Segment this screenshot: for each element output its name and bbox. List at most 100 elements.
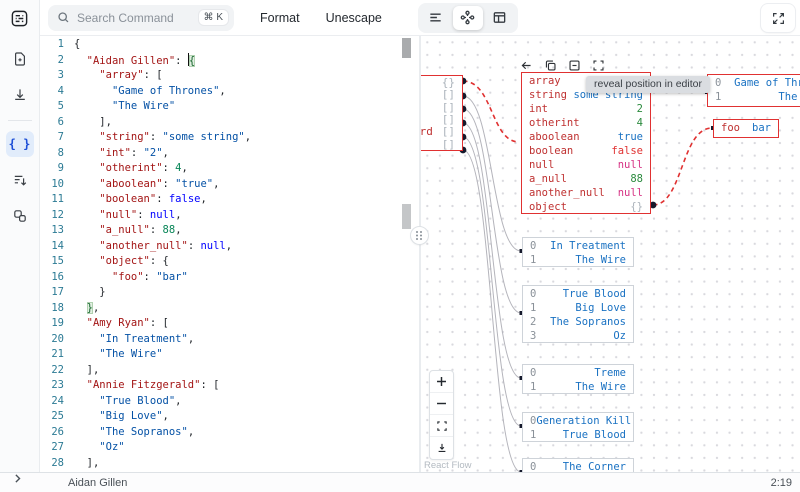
- node-key: 0: [530, 367, 537, 379]
- node-key: 0: [715, 77, 722, 89]
- node-row[interactable]: 1 True Blood: [523, 428, 633, 442]
- new-document-button[interactable]: [6, 46, 34, 72]
- save-image-button[interactable]: [430, 437, 453, 459]
- node-row[interactable]: object {}: [522, 200, 650, 214]
- node-row[interactable]: another_null null: [522, 186, 650, 200]
- node-row[interactable]: Alice Farmer[]: [421, 138, 462, 151]
- node-row[interactable]: Alexander Skarsgard []: [421, 126, 462, 139]
- panel-resize-handle[interactable]: [411, 227, 428, 244]
- graph-node-anwan[interactable]: 0 Treme 1 The Wire: [522, 364, 634, 394]
- graph-node-amy[interactable]: 0 In Treatment 1 The Wire: [522, 237, 634, 267]
- table-view-button[interactable]: [485, 6, 515, 30]
- format-button[interactable]: Format: [260, 11, 300, 25]
- node-row[interactable]: 0 Generation Kill: [523, 414, 633, 428]
- app-logo[interactable]: [0, 0, 40, 36]
- fullscreen-button[interactable]: [761, 4, 795, 32]
- unescape-button[interactable]: Unescape: [326, 11, 382, 25]
- code-line[interactable]: 22 ],: [40, 363, 419, 379]
- code-line[interactable]: 20 "In Treatment",: [40, 332, 419, 348]
- code-line[interactable]: 5 "The Wire": [40, 99, 419, 115]
- editor-scrollbar-thumb[interactable]: [402, 38, 411, 58]
- editor-scrollbar[interactable]: [401, 36, 412, 472]
- node-row[interactable]: 0 Treme: [523, 366, 633, 380]
- graph-node-alex[interactable]: 0 Generation Kill 1 True Blood: [522, 412, 634, 442]
- graph-node-annie[interactable]: 0 True Blood 1 Big Love 2 The Sopranos 3 Oz: [522, 285, 634, 343]
- code-line[interactable]: 7 "string": "some string",: [40, 130, 419, 146]
- graph-canvas[interactable]: Aidan Gillen{}Amy Ryan[]Annie Fitzgerald…: [421, 36, 800, 472]
- fit-view-button[interactable]: [430, 415, 453, 437]
- collapse-node-button[interactable]: [567, 58, 582, 73]
- graph-node-alice[interactable]: 0The Corner1The Wire: [522, 458, 634, 472]
- code-line[interactable]: 14 "another_null": null,: [40, 239, 419, 255]
- code-line[interactable]: 28 ],: [40, 456, 419, 472]
- code-line[interactable]: 10 "aboolean": "true",: [40, 177, 419, 193]
- code-line[interactable]: 19 "Amy Ryan": [: [40, 316, 419, 332]
- line-number: 18: [51, 301, 64, 314]
- edge-selected: [462, 80, 520, 143]
- sort-button[interactable]: [6, 167, 34, 193]
- code-line[interactable]: 9 "otherint": 4,: [40, 161, 419, 177]
- node-row[interactable]: int 2: [522, 102, 650, 116]
- code-line[interactable]: 15 "object": {: [40, 254, 419, 270]
- code-line[interactable]: 11 "boolean": false,: [40, 192, 419, 208]
- code-line[interactable]: 2 "Aidan Gillen": {: [40, 52, 419, 69]
- node-row[interactable]: 0 Game of Thrones: [708, 76, 800, 90]
- sidebar-collapse-button[interactable]: [11, 470, 27, 486]
- graph-view-button[interactable]: [452, 5, 483, 30]
- code-line[interactable]: 4 "Game of Thrones",: [40, 84, 419, 100]
- code-line[interactable]: 6 ],: [40, 115, 419, 131]
- json-editor-tab[interactable]: { }: [5, 131, 34, 157]
- node-value: True Blood: [562, 429, 626, 441]
- code-line[interactable]: 25 "Big Love",: [40, 409, 419, 425]
- node-row[interactable]: a_null 88: [522, 172, 650, 186]
- node-row[interactable]: 2 The Sopranos: [523, 315, 633, 329]
- back-button[interactable]: [519, 58, 534, 73]
- code-line[interactable]: 16 "foo": "bar": [40, 270, 419, 286]
- arrow-left-icon: [521, 61, 531, 70]
- node-row[interactable]: 0 The Corner: [523, 460, 633, 472]
- code-line[interactable]: 21 "The Wire": [40, 347, 419, 363]
- focus-node-button[interactable]: [591, 58, 606, 73]
- code-line[interactable]: 1{: [40, 37, 419, 53]
- ungroup-icon: [13, 210, 26, 222]
- transform-button[interactable]: [6, 203, 34, 229]
- code-line[interactable]: 24 "True Blood",: [40, 394, 419, 410]
- download-button[interactable]: [6, 82, 34, 108]
- code-line[interactable]: 18 },: [40, 301, 419, 317]
- search-input[interactable]: Search Command ⌘ K: [48, 4, 234, 31]
- node-row[interactable]: 1 The Wire: [523, 380, 633, 394]
- node-value: null: [617, 159, 643, 171]
- code-line[interactable]: 8 "int": "2",: [40, 146, 419, 162]
- node-row[interactable]: Amy Ryan[]: [421, 88, 462, 101]
- code-line[interactable]: 26 "The Sopranos",: [40, 425, 419, 441]
- node-row[interactable]: 3 Oz: [523, 329, 633, 343]
- code-line[interactable]: 27 "Oz": [40, 440, 419, 456]
- node-row[interactable]: 0 True Blood: [523, 287, 633, 301]
- code-line[interactable]: 23 "Annie Fitzgerald": [: [40, 378, 419, 394]
- graph-node-aidan[interactable]: array[]stringsome stringint2otherint4abo…: [521, 72, 651, 214]
- node-row[interactable]: 1 Big Love: [523, 301, 633, 315]
- graph-node-root[interactable]: Aidan Gillen{}Amy Ryan[]Annie Fitzgerald…: [421, 75, 463, 151]
- panel-divider[interactable]: [419, 36, 421, 472]
- graph-node-obj[interactable]: foo bar: [713, 119, 779, 138]
- code-editor[interactable]: 1{2 "Aidan Gillen": {3 "array": [4 "Game…: [40, 36, 419, 472]
- code-line[interactable]: 17 }: [40, 285, 419, 301]
- node-row[interactable]: otherint 4: [522, 116, 650, 130]
- node-row[interactable]: null null: [522, 158, 650, 172]
- node-row[interactable]: foo bar: [714, 121, 778, 135]
- node-row[interactable]: 1 The Wire: [523, 253, 633, 267]
- download-image-icon: [438, 443, 445, 452]
- node-row[interactable]: 1 The Wire: [708, 90, 800, 104]
- copy-button[interactable]: [543, 58, 558, 73]
- code-line[interactable]: 12 "null": null,: [40, 208, 419, 224]
- node-value: Big Love: [575, 302, 626, 314]
- node-row[interactable]: 0 In Treatment: [523, 239, 633, 253]
- zoom-in-button[interactable]: [430, 371, 453, 393]
- node-row[interactable]: aboolean true: [522, 130, 650, 144]
- code-line[interactable]: 13 "a_null": 88,: [40, 223, 419, 239]
- graph-node-arr[interactable]: 0 Game of Thrones 1 The Wire: [707, 74, 800, 107]
- code-line[interactable]: 3 "array": [: [40, 68, 419, 84]
- list-view-button[interactable]: [421, 6, 451, 30]
- zoom-out-button[interactable]: [430, 393, 453, 415]
- node-row[interactable]: boolean false: [522, 144, 650, 158]
